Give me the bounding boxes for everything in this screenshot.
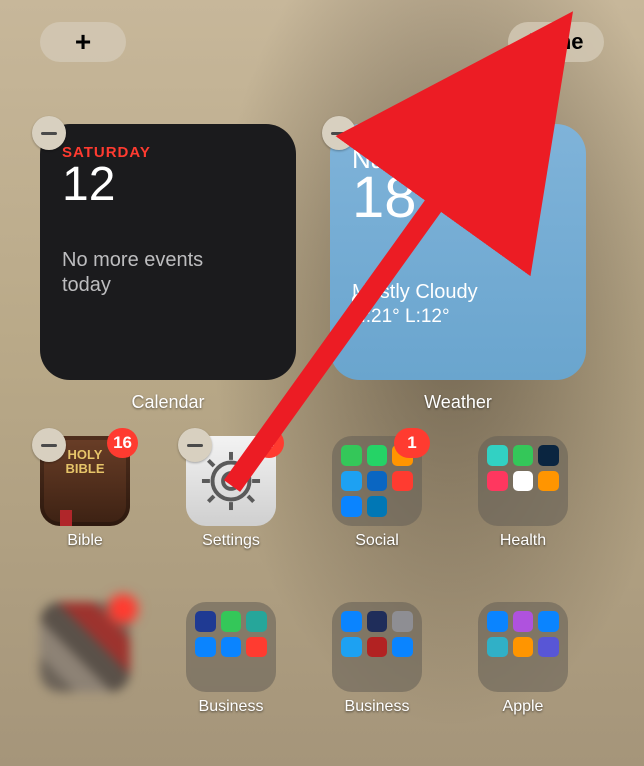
apple-label: Apple	[478, 698, 568, 716]
weather-high-low: H:21° L:12°	[352, 306, 564, 328]
remove-bible-badge[interactable]	[32, 428, 66, 462]
settings-label: Settings	[186, 532, 276, 550]
calendar-widget[interactable]: SATURDAY 12 No more events today	[40, 124, 296, 380]
folder-icon	[478, 602, 568, 692]
folder-icon	[332, 602, 422, 692]
bible-badge: 16	[107, 428, 138, 458]
apple-folder[interactable]: Apple	[478, 602, 568, 716]
cloud-icon	[352, 290, 382, 306]
business-folder-1[interactable]: Business	[186, 602, 276, 716]
remove-calendar-badge[interactable]	[32, 116, 66, 150]
weather-widget[interactable]: Nairobi 18° Mostly Cloudy H:21° L:12°	[330, 124, 586, 380]
obscured-badge	[108, 594, 138, 624]
minus-icon	[41, 132, 57, 135]
settings-badge: 4	[254, 428, 284, 458]
gear-icon	[198, 448, 264, 514]
calendar-widget-label: Calendar	[40, 392, 296, 413]
folder-icon	[186, 602, 276, 692]
social-label: Social	[332, 532, 422, 550]
add-widget-button[interactable]: +	[40, 22, 126, 62]
weather-temperature: 18°	[352, 169, 564, 227]
business2-label: Business	[332, 698, 422, 716]
folder-icon	[478, 436, 568, 526]
done-button[interactable]: Done	[508, 22, 604, 62]
minus-icon	[41, 444, 57, 447]
done-label: Done	[529, 29, 584, 55]
bible-label: Bible	[40, 532, 130, 550]
calendar-date: 12	[62, 157, 274, 212]
calendar-message: No more events today	[62, 248, 242, 298]
health-folder[interactable]: Health	[478, 436, 568, 550]
business-folder-2[interactable]: Business	[332, 602, 422, 716]
obscured-app[interactable]	[40, 602, 130, 698]
weather-condition: Mostly Cloudy	[352, 281, 564, 304]
social-badge: 1	[394, 428, 430, 458]
health-label: Health	[478, 532, 568, 550]
minus-icon	[331, 132, 347, 135]
top-bar: + Done	[0, 22, 644, 72]
weather-widget-label: Weather	[330, 392, 586, 413]
blurred-icon	[40, 602, 130, 692]
minus-icon	[187, 444, 203, 447]
plus-icon: +	[75, 26, 91, 58]
remove-weather-badge[interactable]	[322, 116, 356, 150]
business1-label: Business	[186, 698, 276, 716]
social-folder[interactable]: 1 Social	[332, 436, 422, 550]
remove-settings-badge[interactable]	[178, 428, 212, 462]
